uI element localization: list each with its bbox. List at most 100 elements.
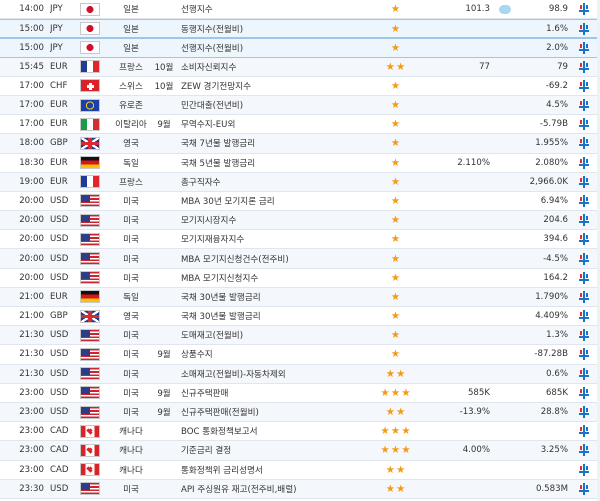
table-row[interactable]: 15:45 EUR 프랑스 10월 소비자신뢰지수 ★★ 77 79 [0,57,600,77]
alarm-icon[interactable] [579,444,589,457]
table-row[interactable]: 20:00 USD 미국 MBA 30년 모기지론 금리 ★ 6.94% [0,191,600,212]
table-row[interactable]: 18:00 GBP 영국 국채 7년물 발행금리 ★ 1.955% [0,134,600,154]
table-row[interactable]: 23:00 CAD 캐나다 BOC 통화정책보고서 ★★★ [0,422,600,442]
event-time: 18:00 [19,138,44,149]
alarm-icon[interactable] [579,367,589,380]
alarm-icon[interactable] [579,60,589,73]
alarm-icon[interactable] [579,310,589,323]
alarm-cell [576,39,592,56]
period-label [154,0,174,18]
alarm-icon[interactable] [579,463,589,476]
table-row[interactable]: 21:30 USD 미국 소매재고(전월비)-자동차제외 ★★ 0.6% [0,364,600,384]
importance-stars: ★ [390,214,402,227]
actual-value [430,115,490,133]
table-row[interactable]: 23:00 CAD 캐나다 통화정책위 금리성명서 ★★ [0,460,600,480]
table-row[interactable]: 20:00 USD 미국 MBA 모기지신청건수(전주비) ★ -4.5% [0,249,600,269]
forecast-cell [492,480,518,498]
alarm-icon[interactable] [579,425,589,438]
table-row[interactable]: 21:00 GBP 영국 국채 30년물 발행금리 ★ 4.409% [0,307,600,327]
table-row[interactable]: 21:30 USD 미국 도매재고(전월비) ★ 1.3% [0,326,600,346]
importance-stars: ★ [390,22,402,35]
flag-cell [78,269,102,287]
actual-value: -13.9% [459,407,490,418]
forecast-cell [492,307,518,325]
table-row[interactable]: 15:00 JPY 일본 선행지수(전월비) ★ 2.0% [0,38,600,58]
currency-code: USD [50,195,69,206]
alarm-icon[interactable] [579,214,589,227]
alarm-icon[interactable] [579,118,589,131]
table-row[interactable]: 20:00 USD 미국 모기지시장지수 ★ 204.6 [0,211,600,231]
alarm-icon[interactable] [579,99,589,112]
forecast-cell [492,461,518,479]
flag-cell [78,461,102,479]
alarm-cell [576,461,592,479]
table-row[interactable]: 15:00 JPY 일본 동행지수(전월비) ★ 1.6% [0,19,600,39]
event-name: 신규주택판매(전월비) [181,408,259,419]
alarm-icon[interactable] [579,194,589,207]
period-label [154,96,174,114]
event-name: 기준금리 결정 [181,446,232,457]
alarm-icon[interactable] [579,406,589,419]
table-row[interactable]: 14:00 JPY 일본 선행지수 ★ 101.3 98.9 [0,0,600,20]
table-row[interactable]: 21:30 USD 미국 9월 상품수지 ★ -87.28B [0,345,600,365]
table-row[interactable]: 20:00 USD 미국 모기지재융자지수 ★ 394.6 [0,230,600,250]
flag-cell [78,20,102,37]
period-label: 9월 [157,120,171,131]
alarm-icon[interactable] [579,290,589,303]
actual-value [430,288,490,306]
importance-stars: ★★ [385,482,407,495]
forecast-cell [492,192,518,210]
actual-value [430,249,490,267]
country-name: 이탈리아 [115,120,147,131]
period-label [154,422,174,440]
table-row[interactable]: 19:00 EUR 프랑스 총구직자수 ★ 2,966.0K [0,172,600,192]
currency-code: CAD [50,426,69,437]
actual-value [430,480,490,498]
table-row[interactable]: 17:00 EUR 이탈리아 9월 무역수지-EU외 ★ -5.79B [0,115,600,135]
alarm-cell [576,326,592,344]
flag-usa-icon [80,232,100,246]
table-row[interactable]: 23:00 USD 미국 9월 신규주택판매(전월비) ★★ -13.9% 28.8% [0,402,600,423]
alarm-icon[interactable] [579,252,589,265]
table-row[interactable]: 20:00 USD 미국 MBA 모기지신청지수 ★ 164.2 [0,268,600,288]
alarm-icon[interactable] [579,271,589,284]
table-row[interactable]: 21:00 EUR 독일 국채 30년물 발행금리 ★ 1.790% [0,287,600,307]
table-row[interactable]: 23:30 USD 미국 API 주싱원유 재고(전주비,배럴) ★★ 0.583M [0,479,600,499]
alarm-icon[interactable] [579,329,589,342]
event-time: 14:00 [19,4,44,15]
alarm-cell [576,345,592,363]
speech-bubble-icon[interactable] [499,4,511,14]
alarm-cell [576,480,592,498]
period-label [154,211,174,229]
flag-cell [78,441,102,459]
alarm-icon[interactable] [579,3,589,16]
forecast-cell [492,269,518,287]
table-row[interactable]: 23:00 USD 미국 9월 신규주택판매 ★★★ 585K 685K [0,383,600,403]
event-time: 21:30 [19,349,44,360]
table-row[interactable]: 17:00 CHF 스위스 10월 ZEW 경기전망지수 ★ -69.2 [0,76,600,96]
flag-canada-icon [80,424,100,438]
flag-canada-icon [80,443,100,457]
country-name: 미국 [123,408,139,419]
alarm-icon[interactable] [579,482,589,495]
currency-code: USD [50,407,69,418]
alarm-icon[interactable] [579,41,589,54]
actual-value [430,461,490,479]
actual-value [430,230,490,248]
table-row[interactable]: 18:30 EUR 독일 국채 5년물 발행금리 ★ 2.110% 2.080% [0,153,600,173]
flag-japan-icon [80,2,100,16]
alarm-icon[interactable] [579,79,589,92]
forecast-cell [492,441,518,459]
flag-japan-icon [80,41,100,55]
alarm-icon[interactable] [579,137,589,150]
table-row[interactable]: 23:00 CAD 캐나다 기준금리 결정 ★★★ 4.00% 3.25% [0,441,600,461]
alarm-icon[interactable] [579,22,589,35]
table-row[interactable]: 17:00 EUR 유로존 민간대출(전년비) ★ 4.5% [0,95,600,116]
alarm-icon[interactable] [579,233,589,246]
currency-code: CHF [50,80,68,91]
alarm-icon[interactable] [579,386,589,399]
flag-cell [78,422,102,440]
alarm-icon[interactable] [579,175,589,188]
alarm-icon[interactable] [579,156,589,169]
alarm-icon[interactable] [579,348,589,361]
